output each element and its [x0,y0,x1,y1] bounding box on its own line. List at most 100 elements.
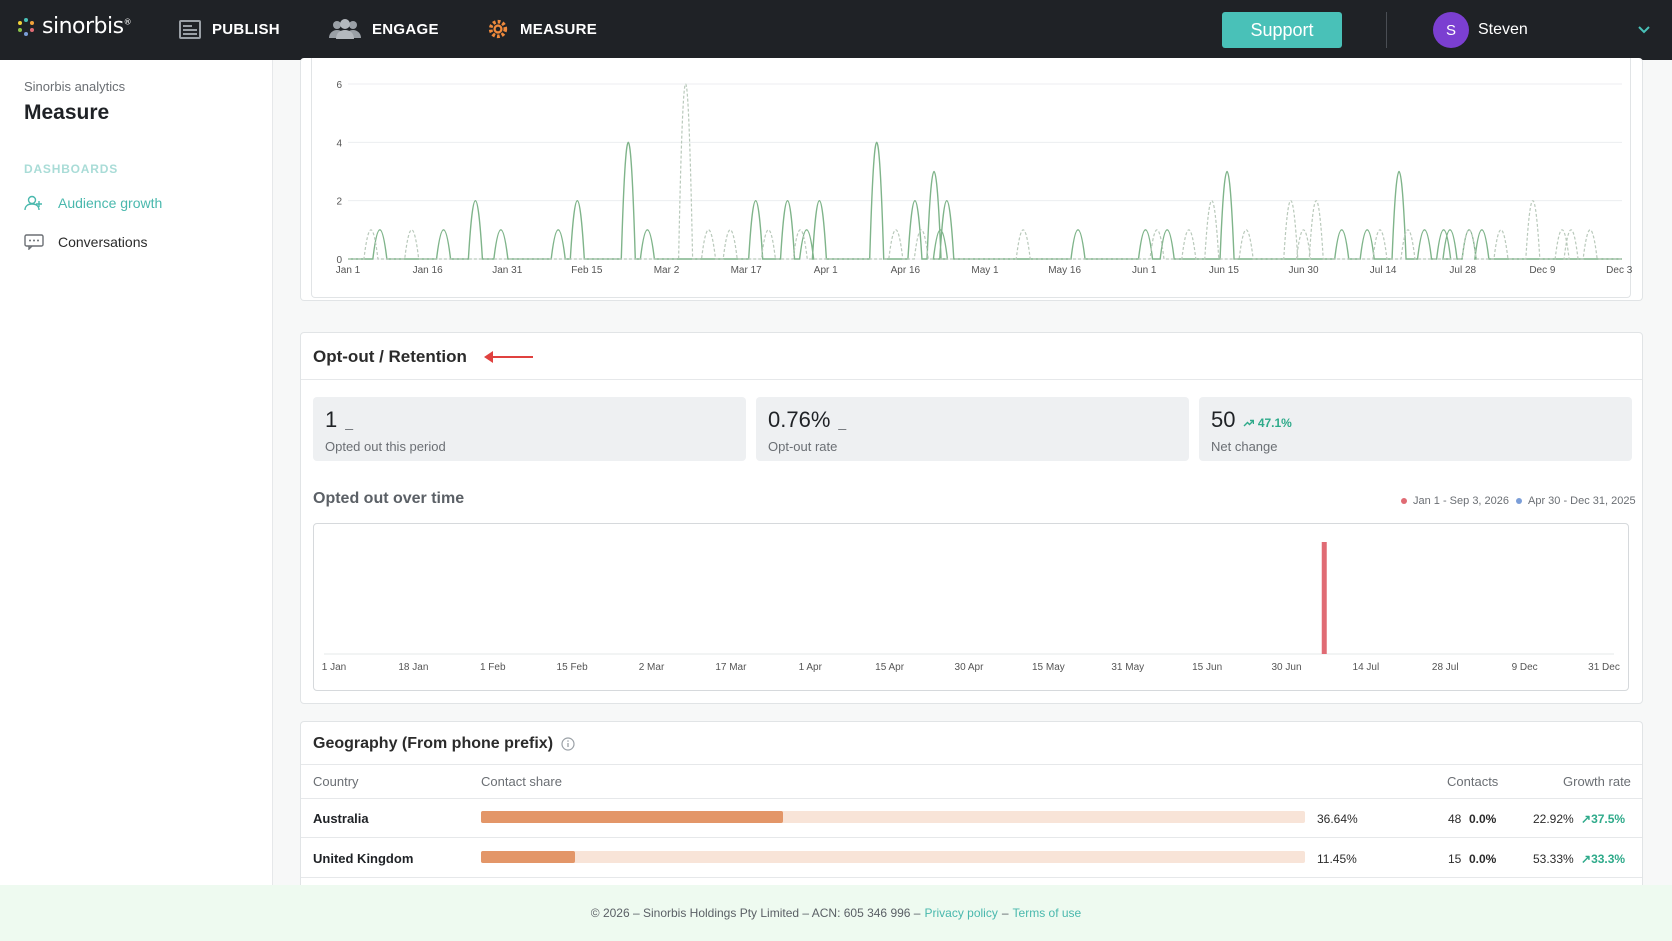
legend-current-period: Jan 1 - Sep 3, 2026 [1401,495,1509,507]
x-tick-label: Jan 16 [413,265,443,276]
stat-trend: _ [345,414,354,430]
info-icon[interactable] [561,737,575,751]
stat-value: 0.76% [768,407,831,432]
topbar-divider [1386,12,1387,48]
table-divider [301,764,1642,765]
growth-rate-value: 53.33% [1533,852,1574,866]
stat-trend: 47.1% [1243,416,1292,430]
stat-trend-value: 47.1% [1257,416,1292,430]
privacy-policy-link[interactable]: Privacy policy [924,906,997,920]
opted-out-chart-frame: 1 Jan 18 Jan 1 Feb 15 Feb 2 Mar 17 Mar 1 Apr 15… [313,523,1629,691]
trend-up-icon [1243,419,1255,427]
opted-out-chart-title: Opted out over time [313,490,465,507]
user-avatar[interactable]: S [1433,12,1469,48]
stat-trend: _ [838,414,847,430]
country-name: Australia [313,811,369,826]
contacts-change: 0.0% [1469,852,1497,866]
x-tick-label: 15 Feb [557,662,589,673]
sidebar-section-heading: DASHBOARDS [24,162,119,176]
x-tick-label: May 1 [971,265,999,276]
stat-net-change: 50 47.1% Net change [1199,397,1632,461]
nav-publish[interactable]: PUBLISH [178,18,280,40]
geography-card: Geography (From phone prefix) Country Co… [300,721,1643,891]
nav-measure-label: MEASURE [520,20,598,38]
stat-opt-out-rate: 0.76% _ Opt-out rate [756,397,1189,461]
col-header-contacts[interactable]: Contacts [1447,774,1498,789]
terms-of-use-link[interactable]: Terms of use [1013,906,1082,920]
contact-share-value: 36.64% [1317,812,1358,826]
section-title: Opt-out / Retention [313,347,467,366]
x-tick-label: 1 Jan [322,662,346,673]
x-tick-label: Dec 31 [1606,265,1632,276]
user-name[interactable]: Steven [1478,21,1528,39]
x-tick-label: Jun 15 [1209,265,1239,276]
x-tick-label: Jan 1 [336,265,361,276]
people-icon [329,19,361,39]
x-tick-label: Mar 17 [731,265,763,276]
audience-growth-line-chart: 0246Jan 1 Jan 16 Jan 31 Feb 15 Mar 2 Mar 17 Ap… [336,80,1639,276]
top-navigation-bar: sinorbis® PUBLISH ENGAGE MEASURE Support… [0,0,1672,60]
table-divider [301,798,1642,799]
x-tick-label: Apr 1 [814,265,838,276]
x-tick-label: 14 Jul [1353,662,1380,673]
x-tick-label: 28 Jul [1432,662,1459,673]
stat-value: 50 [1211,407,1236,432]
trend-up-icon: ↗ [1581,812,1592,826]
contact-share-value: 11.45% [1317,852,1357,866]
nav-engage[interactable]: ENGAGE [328,18,439,40]
support-button[interactable]: Support [1222,12,1342,48]
y-tick-label: 4 [336,138,342,149]
sinorbis-logo[interactable]: sinorbis® [16,14,132,39]
opted-out-bar [1321,542,1327,654]
publish-icon [179,20,201,39]
growth-trend-value: 33.3% [1591,852,1626,866]
stat-value-row: 0.76% _ [768,407,846,433]
x-tick-label: Jun 1 [1132,265,1157,276]
x-tick-label: Jul 28 [1449,265,1476,276]
legend-label: Apr 30 - Dec 31, 2025 [1528,495,1636,507]
footer-separator: – [1001,906,1009,920]
sidebar-subtitle: Sinorbis analytics [24,79,126,94]
contact-share-bar [481,811,1305,823]
sidebar-item-audience-growth[interactable]: Audience growth [24,195,162,211]
stat-value-row: 1 _ [325,407,353,433]
contact-share-bar-fill [481,811,783,823]
growth-trend-value: 37.5% [1591,812,1626,826]
geography-title-text: Geography (From phone prefix) [313,735,554,752]
col-header-contact-share[interactable]: Contact share [481,774,562,789]
sidebar-item-conversations[interactable]: Conversations [24,234,148,250]
stat-value: 1 [325,407,338,432]
x-tick-label: Jul 14 [1370,265,1397,276]
previous-period-line [348,83,1622,260]
nav-measure[interactable]: MEASURE [486,18,597,40]
sinorbis-logo-icon [18,17,34,36]
page-title: Measure [24,101,110,124]
x-tick-label: 9 Dec [1512,662,1538,673]
x-tick-label: 30 Apr [955,662,985,673]
stat-opted-out: 1 _ Opted out this period [313,397,746,461]
gear-icon [488,19,508,39]
contacts-count: 15 [1448,852,1462,866]
growth-trend: ↗37.5% [1581,812,1625,826]
contact-share-bar-fill [481,851,576,863]
nav-publish-label: PUBLISH [212,20,280,38]
col-header-growth-rate[interactable]: Growth rate [1563,774,1631,789]
audience-growth-chart-frame: 0 2 4 6 Jan 1 Jan 16 Jan 31 Feb 15 Mar 2 Mar 17 Ap… [311,58,1639,298]
x-tick-label: 31 May [1111,662,1144,673]
y-tick-label: 2 [336,197,342,208]
x-tick-label: 17 Mar [715,662,747,673]
sidebar: Sinorbis analytics Measure DASHBOARDS Au… [0,60,273,885]
x-tick-label: 31 Dec [1588,662,1620,673]
growth-rate-value: 22.92% [1533,812,1574,826]
chevron-down-icon[interactable] [1636,22,1652,38]
brand-name: sinorbis® [42,14,132,39]
table-divider [301,837,1642,838]
x-tick-label: 30 Jun [1271,662,1301,673]
x-tick-label: 15 May [1032,662,1065,673]
x-tick-label: Apr 16 [891,265,921,276]
x-tick-label: Jan 31 [492,265,522,276]
col-header-country[interactable]: Country [313,774,359,789]
stat-label: Opt-out rate [768,439,838,454]
audience-icon [24,195,42,211]
section-divider [301,379,1642,380]
